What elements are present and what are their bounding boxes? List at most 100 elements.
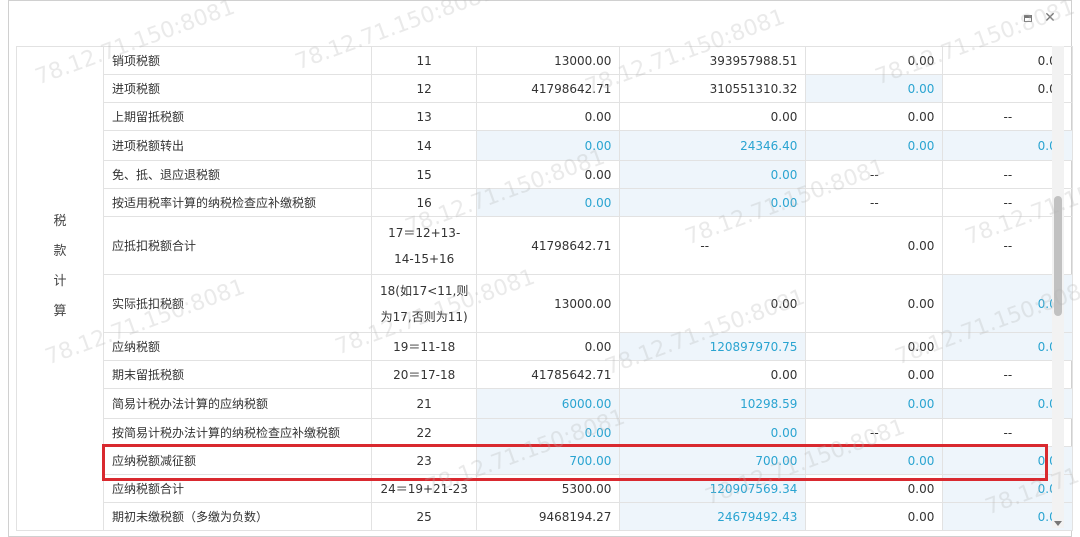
row-label: 销项税额 xyxy=(103,46,372,75)
amount-cell: 0.00 xyxy=(805,474,944,503)
row-label: 期末留抵税额 xyxy=(103,360,372,389)
line-number: 18(如17<11,则 为17,否则为11) xyxy=(370,274,478,333)
amount-input[interactable]: 0.00 xyxy=(619,160,807,189)
window-controls: ✕ xyxy=(1021,10,1057,26)
line-number-text: 20＝17-18 xyxy=(393,367,456,382)
line-number-text: 25 xyxy=(416,509,432,524)
row-label: 应抵扣税额合计 xyxy=(103,216,372,275)
amount-cell: 0.00 xyxy=(805,360,944,389)
table-row: 免、抵、退应退税额 15 0.00 0.00 -- -- xyxy=(17,160,1074,189)
vertical-scrollbar[interactable] xyxy=(1052,46,1064,528)
table-row: 按适用税率计算的纳税检查应补缴税额 16 0.00 0.00 -- -- xyxy=(17,188,1074,217)
amount-cell: 0.00 xyxy=(805,502,944,531)
line-number-text: 14 xyxy=(416,138,432,153)
amount-cell: -- xyxy=(805,418,944,447)
table-row: 税款计算销项税额1113000.00393957988.510.000.00 xyxy=(16,46,1074,531)
amount-input[interactable]: 0.00 xyxy=(619,418,807,447)
table-row: 进项税额1241798642.71310551310.320.000.00 xyxy=(17,74,1074,103)
amount-cell: 0.00 xyxy=(476,332,621,361)
scrollbar-thumb[interactable] xyxy=(1054,196,1062,316)
line-number: 12 xyxy=(370,74,478,103)
amount-cell: 310551310.32 xyxy=(619,74,807,103)
table-row: 期初未缴税额（多缴为负数） 25 9468194.27 24679492.43 0.00… xyxy=(17,502,1074,531)
line-number-text: 14-15+16 xyxy=(394,251,455,266)
line-number: 21 xyxy=(370,388,478,419)
row-label: 应纳税额合计 xyxy=(103,474,372,503)
amount-cell: 41785642.71 xyxy=(476,360,621,389)
amount-cell: 41798642.71 xyxy=(476,74,621,103)
amount-input[interactable]: 24346.40 xyxy=(619,130,807,161)
amount-cell: 0.00 xyxy=(476,102,621,131)
line-number-text: 16 xyxy=(416,195,432,210)
line-number: 15 xyxy=(370,160,478,189)
line-number-text: 17＝12+13- xyxy=(388,225,461,240)
table-row: 进项税额转出140.0024346.400.000.00 xyxy=(17,130,1074,161)
row-label: 免、抵、退应退税额 xyxy=(103,160,372,189)
table-row: 应纳税额19＝11-180.00120897970.750.000.00 xyxy=(17,332,1074,361)
line-number-text: 23 xyxy=(416,453,432,468)
amount-input[interactable]: 0.00 xyxy=(476,418,621,447)
line-number-text: 11 xyxy=(416,53,432,68)
table-row: 实际抵扣税额 18(如17<11,则 为17,否则为11) 13000.00 0.00 0… xyxy=(17,274,1074,333)
amount-input[interactable]: 24679492.43 xyxy=(619,502,807,531)
line-number: 25 xyxy=(370,502,478,531)
close-icon[interactable]: ✕ xyxy=(1043,10,1057,26)
amount-input[interactable]: 0.00 xyxy=(805,446,944,475)
amount-cell: 0.00 xyxy=(805,274,944,333)
amount-input[interactable]: 0.00 xyxy=(619,188,807,217)
amount-input[interactable]: 10298.59 xyxy=(619,388,807,419)
row-label: 实际抵扣税额 xyxy=(103,274,372,333)
tax-calculation-table: 税款计算销项税额1113000.00393957988.510.000.00进项… xyxy=(16,46,1074,531)
table-row: 按简易计税办法计算的纳税检查应补缴税额 22 0.00 0.00 -- -- xyxy=(17,418,1074,447)
amount-input[interactable]: 0.00 xyxy=(805,388,944,419)
minimize-icon[interactable] xyxy=(1021,11,1035,25)
amount-input[interactable]: 6000.00 xyxy=(476,388,621,419)
line-number-text: 15 xyxy=(416,167,432,182)
amount-cell: 5300.00 xyxy=(476,474,621,503)
amount-input[interactable]: 0.00 xyxy=(805,74,944,103)
line-number: 23 xyxy=(370,446,478,475)
amount-cell: -- xyxy=(619,216,807,275)
line-number: 11 xyxy=(370,46,478,75)
amount-cell: 0.00 xyxy=(619,102,807,131)
amount-cell: 0.00 xyxy=(619,360,807,389)
row-label: 上期留抵税额 xyxy=(103,102,372,131)
line-number: 24＝19+21-23 xyxy=(370,474,478,503)
line-number-text: 22 xyxy=(416,425,432,440)
line-number-text: 19＝11-18 xyxy=(393,339,456,354)
amount-cell: 9468194.27 xyxy=(476,502,621,531)
row-label: 期初未缴税额（多缴为负数） xyxy=(103,502,372,531)
amount-input[interactable]: 120907569.34 xyxy=(619,474,807,503)
amount-cell: 0.00 xyxy=(805,332,944,361)
amount-input[interactable]: 700.00 xyxy=(619,446,807,475)
row-label: 按适用税率计算的纳税检查应补缴税额 xyxy=(103,188,372,217)
line-number: 22 xyxy=(370,418,478,447)
line-number: 17＝12+13- 14-15+16 xyxy=(370,216,478,275)
amount-cell: 0.00 xyxy=(619,274,807,333)
scroll-down-icon[interactable] xyxy=(1054,521,1062,526)
table-row: 应抵扣税额合计 17＝12+13- 14-15+16 41798642.71 -- 0.0… xyxy=(17,216,1074,275)
amount-cell: -- xyxy=(805,188,944,217)
line-number: 20＝17-18 xyxy=(370,360,478,389)
table-row: 简易计税办法计算的应纳税额216000.0010298.590.000.00 xyxy=(17,388,1074,419)
category-char: 算 xyxy=(53,304,67,319)
table-row: 应纳税额减征额23700.00700.000.000.00 xyxy=(17,446,1074,475)
amount-input[interactable]: 0.00 xyxy=(476,188,621,217)
row-label: 应纳税额减征额 xyxy=(103,446,372,475)
amount-cell: 0.00 xyxy=(805,46,944,75)
amount-input[interactable]: 120897970.75 xyxy=(619,332,807,361)
line-number: 16 xyxy=(370,188,478,217)
category-char: 计 xyxy=(53,274,67,289)
amount-cell: 13000.00 xyxy=(476,46,621,75)
row-label: 简易计税办法计算的应纳税额 xyxy=(103,388,372,419)
amount-cell: 13000.00 xyxy=(476,274,621,333)
line-number-text: 21 xyxy=(416,396,432,411)
row-label: 应纳税额 xyxy=(103,332,372,361)
table-row: 上期留抵税额 13 0.00 0.00 0.00 -- xyxy=(17,102,1074,131)
amount-input[interactable]: 0.00 xyxy=(805,130,944,161)
amount-input[interactable]: 0.00 xyxy=(476,130,621,161)
amount-input[interactable]: 700.00 xyxy=(476,446,621,475)
row-label: 进项税额转出 xyxy=(103,130,372,161)
line-number-text: 18(如17<11,则 xyxy=(380,283,469,298)
line-number-text: 13 xyxy=(416,109,432,124)
